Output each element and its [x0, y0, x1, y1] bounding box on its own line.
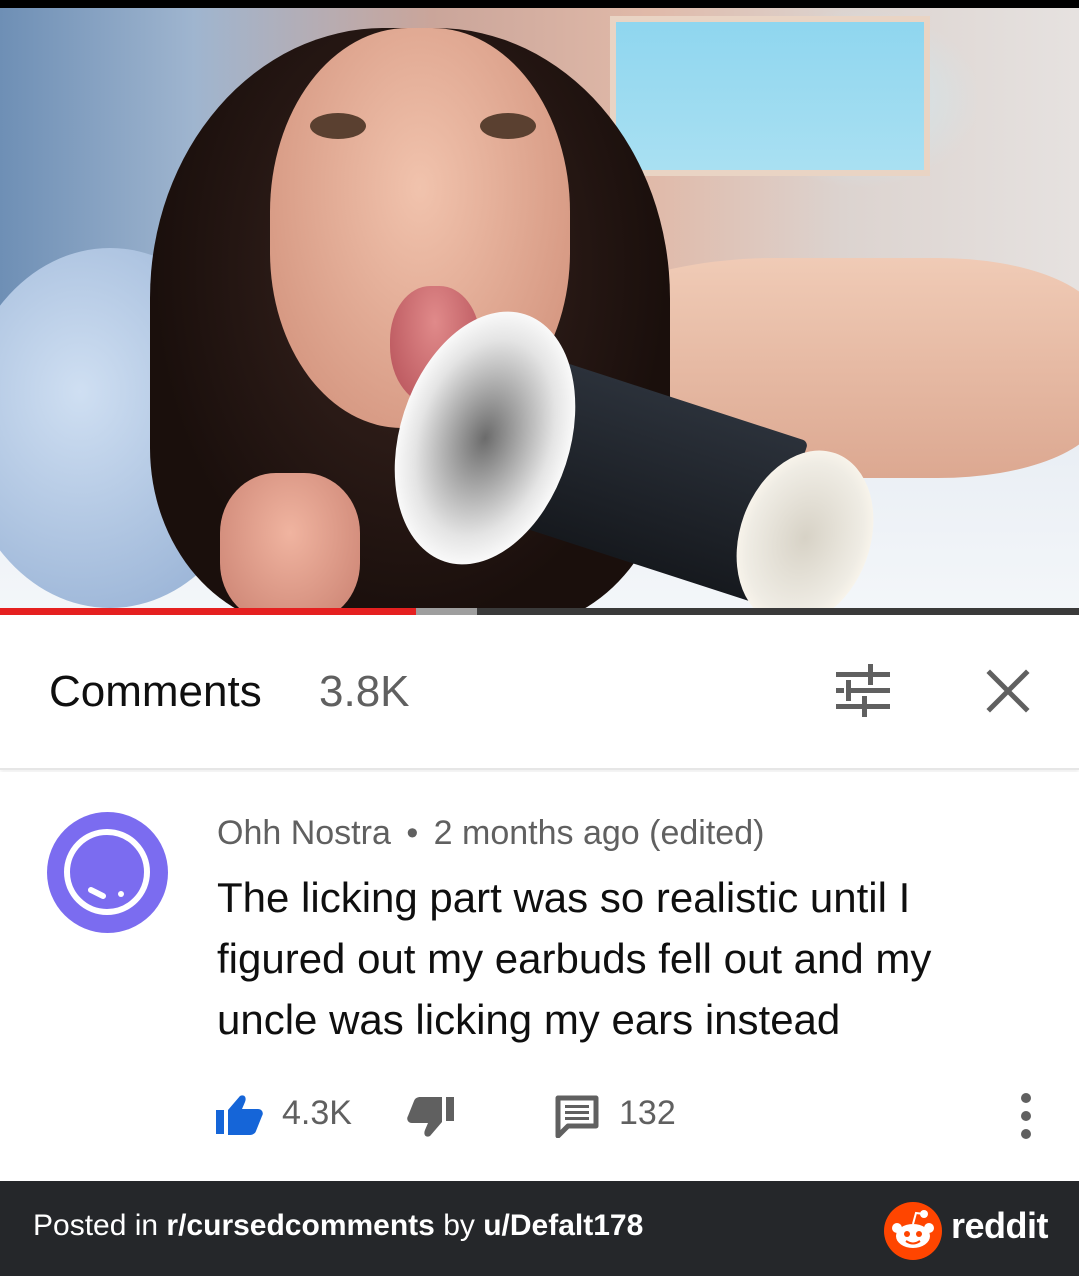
reply-icon[interactable]	[554, 1094, 600, 1139]
avatar-face-icon	[64, 829, 150, 915]
thumbs-down-icon[interactable]	[406, 1096, 456, 1138]
footer-posted-in: Posted in	[33, 1209, 167, 1242]
sliders-icon[interactable]	[832, 662, 894, 720]
avatar[interactable]	[47, 812, 168, 933]
comments-header: Comments 3.8K	[0, 615, 1079, 770]
reddit-footer: Posted in r/cursedcomments by u/Defalt17…	[0, 1181, 1079, 1276]
meta-separator: •	[406, 814, 419, 852]
close-icon[interactable]	[982, 665, 1034, 717]
comment-item: Ohh Nostra • 2 months ago (edited) The l…	[0, 772, 1079, 1180]
footer-subreddit[interactable]: r/cursedcomments	[166, 1209, 434, 1242]
thumbs-up-icon[interactable]	[214, 1094, 264, 1136]
comment-author[interactable]: Ohh Nostra	[217, 814, 391, 852]
video-progress-bar[interactable]	[0, 608, 1079, 615]
comments-count: 3.8K	[319, 667, 410, 716]
footer-by: by	[434, 1209, 484, 1242]
video-eye-left	[310, 113, 366, 139]
comment-text: The licking part was so realistic until …	[217, 874, 932, 1043]
video-thumbnail	[0, 8, 1079, 615]
comment-actions: 4.3K 132	[0, 1084, 1079, 1140]
reply-count: 132	[619, 1094, 676, 1132]
more-vertical-icon[interactable]	[1014, 1090, 1038, 1142]
like-count: 4.3K	[282, 1094, 352, 1132]
video-window-background	[610, 16, 930, 176]
footer-credit: Posted in r/cursedcomments by u/Defalt17…	[33, 1209, 643, 1243]
footer-user[interactable]: u/Defalt178	[483, 1209, 643, 1242]
comment-meta: Ohh Nostra • 2 months ago (edited)	[217, 814, 764, 853]
reddit-wordmark: reddit	[951, 1205, 1049, 1246]
video-progress-played	[0, 608, 417, 615]
comment-time: 2 months ago (edited)	[433, 814, 765, 852]
video-player[interactable]	[0, 0, 1079, 615]
reddit-alien-icon	[884, 1202, 942, 1260]
comments-title: Comments	[49, 667, 262, 716]
video-eye-right	[480, 113, 536, 139]
video-hand	[220, 473, 360, 615]
